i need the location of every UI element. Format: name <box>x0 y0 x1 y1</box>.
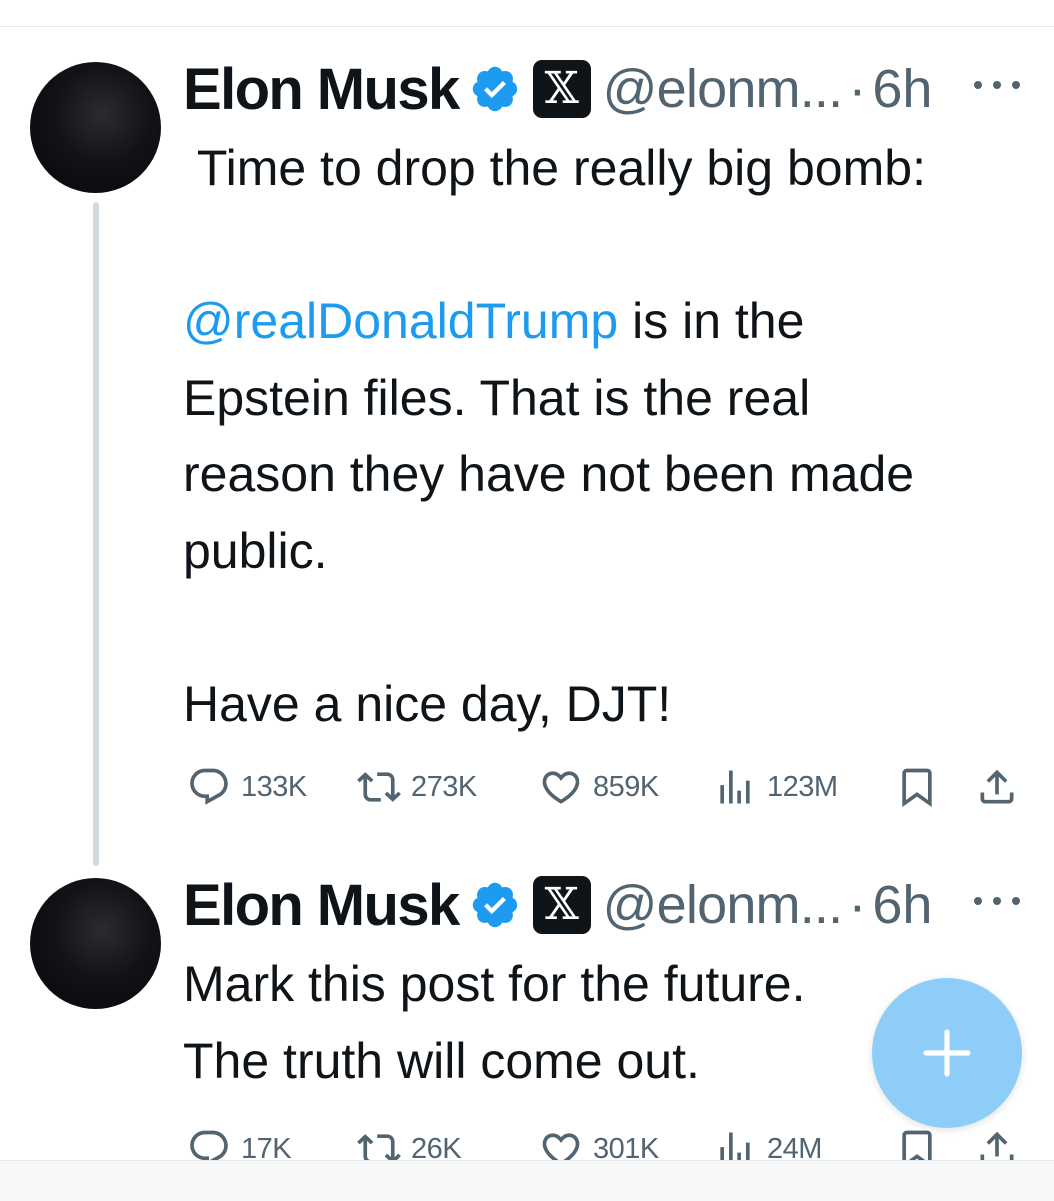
views-button[interactable]: 123M <box>713 762 838 812</box>
verified-badge-icon <box>472 66 517 112</box>
avatar[interactable] <box>30 62 161 193</box>
author-handle[interactable]: @elonm... <box>603 58 844 120</box>
separator: · <box>848 875 867 935</box>
thread-line <box>93 202 99 866</box>
reply-icon <box>190 768 228 805</box>
tweet-header: Elon Musk 𝕏 @elonm... · 6h <box>183 56 932 122</box>
bookmark-button[interactable] <box>895 762 939 812</box>
like-count: 859K <box>593 770 659 803</box>
text-line: reason they have not been made <box>183 446 915 502</box>
tweet-header: Elon Musk 𝕏 @elonm... · 6h <box>183 872 932 938</box>
views-count: 123M <box>767 770 838 803</box>
heart-icon <box>542 771 580 804</box>
compose-button[interactable] <box>872 978 1022 1128</box>
author-handle[interactable]: @elonm... <box>603 874 844 936</box>
plus-icon <box>923 1029 971 1077</box>
more-icon[interactable] <box>974 886 1020 916</box>
timestamp[interactable]: 6h <box>872 874 932 936</box>
reply-button[interactable]: 133K <box>187 762 307 812</box>
text-line <box>183 207 1043 284</box>
more-icon[interactable] <box>974 70 1020 100</box>
author-name[interactable]: Elon Musk <box>183 56 460 123</box>
text-line: @realDonaldTrump is in the <box>183 293 805 349</box>
repost-button[interactable]: 273K <box>357 762 477 812</box>
like-button[interactable]: 859K <box>539 762 659 812</box>
verified-badge-icon <box>472 882 517 928</box>
mention-link[interactable]: @realDonaldTrump <box>183 293 618 349</box>
text-line: Time to drop the really big bomb: <box>196 140 926 196</box>
tweet-text: Time to drop the really big bomb: @realD… <box>183 130 1043 742</box>
text-line: Epstein files. That is the real <box>183 369 811 426</box>
tweet[interactable]: Elon Musk 𝕏 @elonm... · 6h Time to drop … <box>0 56 1054 886</box>
action-bar: 133K 273K 859K 123M <box>183 762 1033 812</box>
x-logo-icon: 𝕏 <box>532 60 591 118</box>
separator: · <box>848 59 867 119</box>
timestamp[interactable]: 6h <box>872 58 932 120</box>
bookmark-icon <box>902 768 932 808</box>
text-line: public. <box>183 522 328 579</box>
top-divider <box>0 26 1054 27</box>
x-logo-icon: 𝕏 <box>532 876 591 934</box>
repost-count: 273K <box>411 770 477 803</box>
share-icon <box>980 769 1014 804</box>
text-line <box>183 589 1043 666</box>
text-line: Have a nice day, DJT! <box>183 675 672 732</box>
repost-icon <box>357 772 401 802</box>
reply-count: 133K <box>241 770 307 803</box>
avatar[interactable] <box>30 878 161 1009</box>
views-icon <box>720 770 750 804</box>
share-button[interactable] <box>975 762 1019 812</box>
bottom-nav-bar <box>0 1160 1054 1201</box>
author-name[interactable]: Elon Musk <box>183 872 460 939</box>
